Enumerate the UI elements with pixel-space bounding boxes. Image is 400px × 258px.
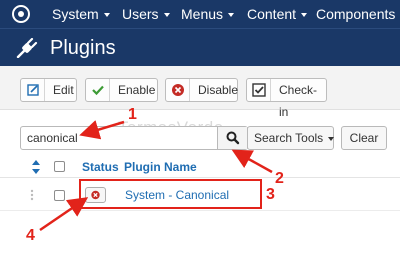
menu-components[interactable]: Components: [316, 0, 400, 28]
search-tools-button[interactable]: Search Tools: [247, 126, 335, 150]
disable-icon: [166, 79, 190, 101]
page-title: Plugins: [50, 37, 116, 59]
enable-label: Enable: [118, 83, 156, 97]
search-input[interactable]: [21, 127, 217, 149]
enable-button[interactable]: Enable: [85, 78, 158, 102]
annotation-label-3: 3: [266, 186, 275, 203]
menu-users[interactable]: Users: [122, 0, 170, 28]
caret-down-icon: [103, 13, 110, 18]
caret-down-icon: [228, 13, 235, 18]
disabled-status-icon: [91, 190, 100, 200]
plugin-name-column-header[interactable]: Plugin Name: [124, 160, 197, 174]
table-row: System - Canonical: [0, 179, 400, 211]
drag-handle-icon[interactable]: [30, 189, 34, 201]
edit-label: Edit: [53, 83, 74, 97]
row-checkbox[interactable]: [54, 190, 65, 201]
page-header: Plugins: [0, 28, 400, 66]
menu-menus[interactable]: Menus: [181, 0, 235, 28]
disable-label: Disable: [198, 83, 239, 97]
search-tools-label: Search Tools: [254, 131, 324, 145]
search-box: [20, 126, 248, 150]
select-all-checkbox[interactable]: [54, 161, 65, 172]
menu-content-label: Content: [247, 6, 297, 22]
caret-down-icon: [163, 13, 170, 18]
status-column-header[interactable]: Status: [82, 160, 119, 174]
edit-button[interactable]: Edit: [20, 78, 77, 102]
annotation-label-1: 1: [128, 106, 137, 123]
clear-button[interactable]: Clear: [341, 126, 387, 150]
search-button[interactable]: [217, 127, 247, 149]
disable-button[interactable]: Disable: [165, 78, 238, 102]
status-toggle-button[interactable]: [85, 187, 106, 203]
check-icon: [86, 79, 110, 101]
annotation-label-4: 4: [26, 227, 35, 244]
plug-icon: [16, 38, 38, 58]
plugin-name-link[interactable]: System - Canonical: [125, 188, 229, 202]
table-header: Status Plugin Name: [0, 156, 400, 178]
menu-users-label: Users: [122, 6, 159, 22]
menu-content[interactable]: Content: [247, 0, 308, 28]
toolbar: Edit Enable Disable Check-in: [0, 66, 400, 119]
menu-components-label: Components: [316, 6, 396, 22]
sort-icon[interactable]: [32, 160, 40, 174]
menu-system-label: System: [52, 6, 99, 22]
menu-system[interactable]: System: [52, 0, 110, 28]
top-menu-bar: System Users Menus Content Components: [0, 0, 400, 28]
checkin-button[interactable]: Check-in: [246, 78, 327, 119]
edit-icon: [21, 79, 45, 101]
caret-down-icon: [328, 136, 335, 141]
menu-menus-label: Menus: [181, 6, 224, 22]
caret-down-icon: [301, 13, 308, 18]
checkin-label: Check-in: [279, 83, 318, 119]
search-icon: [226, 131, 240, 145]
joomla-logo-icon[interactable]: [12, 5, 30, 23]
annotation-label-2: 2: [275, 170, 284, 187]
checkbox-checked-icon: [247, 79, 271, 101]
